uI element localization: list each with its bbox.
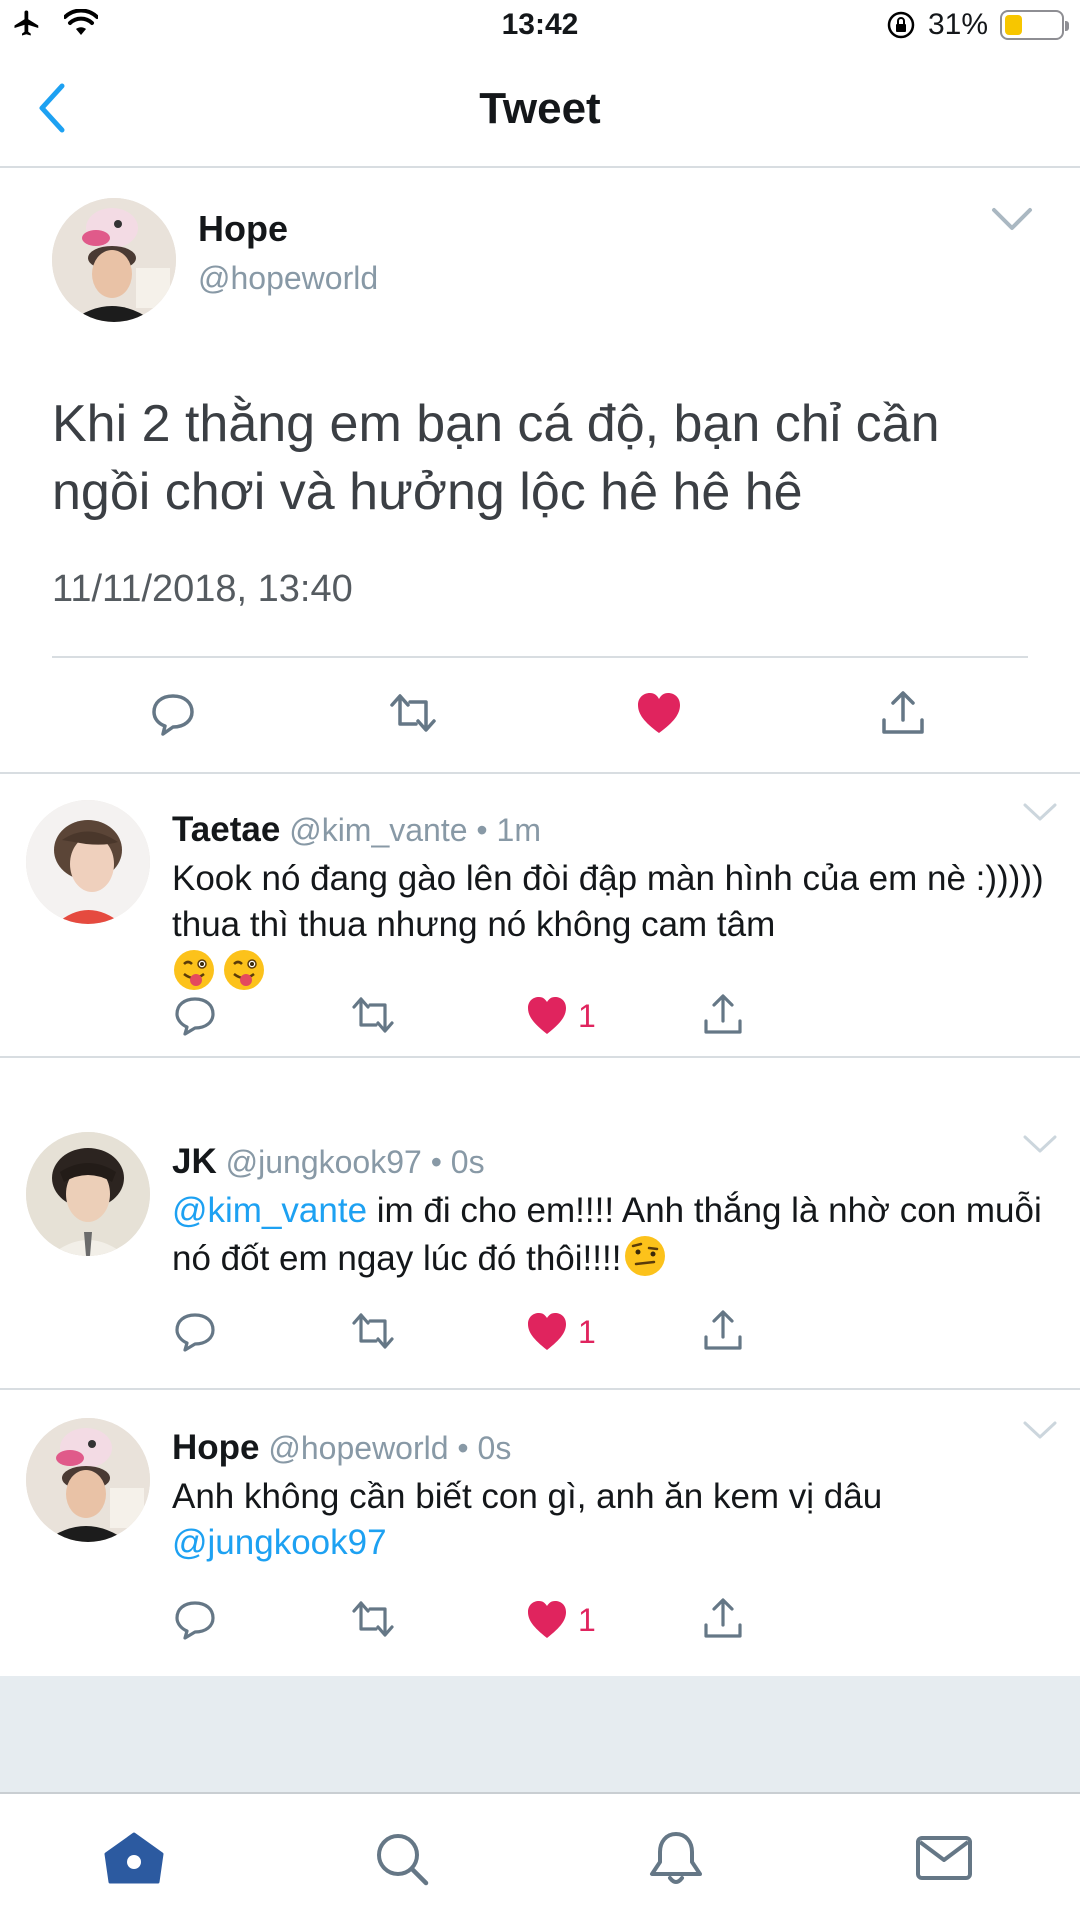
- reply-actions: 1: [0, 994, 1080, 1056]
- author-name[interactable]: Hope: [172, 1428, 260, 1467]
- tweet-actions: [0, 688, 1080, 748]
- retweet-icon[interactable]: [350, 992, 396, 1038]
- avatar[interactable]: [52, 198, 176, 322]
- avatar-image: [26, 1418, 150, 1542]
- reply-text: Kook nó đang gào lên đòi đập màn hình củ…: [172, 856, 1052, 996]
- reply-icon[interactable]: [172, 992, 218, 1038]
- tweet-text: Khi 2 thằng em bạn cá độ, bạn chỉ cần ng…: [52, 395, 940, 521]
- retweet-icon[interactable]: [350, 1596, 396, 1642]
- like-count: 1: [578, 1314, 596, 1350]
- status-right: 31%: [886, 8, 1069, 42]
- author-handle[interactable]: @hopeworld: [268, 1430, 448, 1466]
- reply-icon[interactable]: [172, 1596, 218, 1642]
- avatar[interactable]: [26, 1418, 150, 1542]
- reply-time: • 0s: [430, 1144, 485, 1180]
- battery-percent: 31%: [927, 8, 988, 41]
- notifications-icon[interactable]: [644, 1828, 708, 1888]
- share-icon[interactable]: [700, 1596, 746, 1642]
- avatar[interactable]: [26, 1132, 150, 1256]
- tweet-timestamp: 11/11/2018, 13:40: [52, 568, 353, 610]
- timeline-footer-space: [0, 1676, 1080, 1792]
- search-icon[interactable]: [370, 1828, 434, 1888]
- winking-face-with-tongue-icon: [224, 950, 264, 990]
- chevron-down-icon[interactable]: [990, 206, 1034, 234]
- reply-text: Anh không cần biết con gì, anh ăn kem vị…: [172, 1474, 1052, 1566]
- avatar-image: [26, 800, 150, 924]
- reply-time: • 1m: [476, 812, 541, 848]
- author-handle[interactable]: @hopeworld: [198, 260, 378, 297]
- orientation-lock-icon: [887, 11, 915, 39]
- retweet-icon[interactable]: [388, 688, 438, 738]
- like-count: 1: [578, 1602, 596, 1638]
- avatar-image: [52, 198, 176, 322]
- share-icon[interactable]: [700, 992, 746, 1038]
- reply-actions: 1: [0, 1598, 1080, 1660]
- main-tweet: Hope @hopeworld Khi 2 thằng em bạn cá độ…: [0, 168, 1080, 774]
- divider: [0, 1056, 1080, 1058]
- author-name[interactable]: JK: [172, 1142, 217, 1181]
- nav-bar: Tweet: [0, 54, 1080, 168]
- reply-tweet[interactable]: JK @jungkook97 • 0s @kim_vante im đi cho…: [0, 1106, 1080, 1390]
- reply-text-content: Kook nó đang gào lên đòi đập màn hình củ…: [172, 859, 1044, 944]
- battery-icon: [1000, 10, 1069, 40]
- reply-text-content: Anh không cần biết con gì, anh ăn kem vị…: [172, 1477, 883, 1516]
- avatar-image: [26, 1132, 150, 1256]
- like-icon[interactable]: [524, 1596, 570, 1642]
- home-icon[interactable]: [102, 1828, 166, 1888]
- like-icon[interactable]: [524, 992, 570, 1038]
- retweet-icon[interactable]: [350, 1308, 396, 1354]
- author-name[interactable]: Taetae: [172, 810, 280, 849]
- reply-icon[interactable]: [172, 1308, 218, 1354]
- like-icon[interactable]: [524, 1308, 570, 1354]
- mention-link[interactable]: @kim_vante: [172, 1191, 367, 1230]
- reply-header: Taetae @kim_vante • 1m: [172, 810, 541, 850]
- author-handle[interactable]: @jungkook97: [226, 1144, 422, 1180]
- winking-face-with-tongue-icon: [174, 950, 214, 990]
- messages-icon[interactable]: [912, 1828, 976, 1888]
- reply-header: JK @jungkook97 • 0s: [172, 1142, 485, 1182]
- divider: [52, 656, 1028, 658]
- battery-fill: [1005, 15, 1022, 35]
- reply-icon[interactable]: [148, 688, 198, 738]
- like-count: 1: [578, 998, 596, 1034]
- reply-actions: 1: [0, 1310, 1080, 1372]
- chevron-down-icon[interactable]: [1022, 1134, 1058, 1156]
- reply-text: @kim_vante im đi cho em!!!! Anh thắng là…: [172, 1188, 1052, 1282]
- avatar[interactable]: [26, 800, 150, 924]
- reply-header: Hope @hopeworld • 0s: [172, 1428, 511, 1468]
- chevron-down-icon[interactable]: [1022, 802, 1058, 824]
- share-icon[interactable]: [700, 1308, 746, 1354]
- tab-bar: [0, 1792, 1080, 1920]
- face-with-raised-eyebrow-icon: [625, 1236, 666, 1276]
- chevron-down-icon[interactable]: [1022, 1420, 1058, 1442]
- reply-tweet[interactable]: Taetae @kim_vante • 1m Kook nó đang gào …: [0, 774, 1080, 1058]
- divider: [0, 1388, 1080, 1390]
- reply-time: • 0s: [457, 1430, 512, 1466]
- reply-tweet[interactable]: Hope @hopeworld • 0s Anh không cần biết …: [0, 1392, 1080, 1676]
- author-handle[interactable]: @kim_vante: [289, 812, 467, 848]
- author-name[interactable]: Hope: [198, 208, 288, 250]
- page-title: Tweet: [479, 84, 601, 133]
- status-bar: 13:42 31%: [0, 0, 1080, 54]
- share-icon[interactable]: [878, 688, 928, 738]
- mention-link[interactable]: @jungkook97: [172, 1523, 387, 1562]
- like-icon[interactable]: [634, 688, 684, 738]
